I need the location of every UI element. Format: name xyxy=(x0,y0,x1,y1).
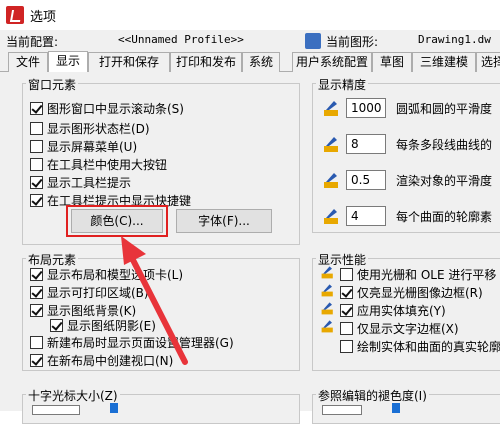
window-elements-title: 窗口元素 xyxy=(26,76,79,93)
checkbox-label: 图形窗口中显示滚动条(S) xyxy=(47,102,184,116)
checkbox-text-boundary-only[interactable]: 仅显示文字边框(X) xyxy=(340,320,459,337)
checkbox-label: 显示可打印区域(B) xyxy=(47,286,149,300)
checkbox-label: 新建布局时显示页面设置管理器(G) xyxy=(47,336,234,350)
contour-lines-input[interactable]: 4 xyxy=(346,206,386,226)
current-drawing-label: 当前图形: xyxy=(326,35,379,49)
polyline-segments-label: 每条多段线曲线的 xyxy=(396,138,493,152)
crosshair-size-input[interactable] xyxy=(32,405,80,415)
fonts-button[interactable]: 字体(F)... xyxy=(176,209,272,233)
tab-strip: 文件 显示 打开和保存 打印和发布 系统 用户系统配置 草图 三维建模 选择 xyxy=(0,51,500,73)
tab-3d-modeling[interactable]: 三维建模 xyxy=(412,52,476,72)
drawing-setting-icon xyxy=(321,284,333,297)
display-resolution-title: 显示精度 xyxy=(316,76,369,93)
tab-drafting[interactable]: 草图 xyxy=(372,52,412,72)
checkbox-true-silhouettes[interactable]: 绘制实体和曲面的真实轮廓 xyxy=(340,338,500,355)
arc-smoothness-label: 圆弧和圆的平滑度 xyxy=(396,102,493,116)
checkbox-apply-solid-fill[interactable]: 应用实体填充(Y) xyxy=(340,302,446,319)
polyline-segments-input[interactable]: 8 xyxy=(346,134,386,154)
app-icon xyxy=(6,6,24,24)
checkbox-label: 仅亮显光栅图像边框(R) xyxy=(357,286,483,300)
checkbox-page-setup-manager[interactable]: 新建布局时显示页面设置管理器(G) xyxy=(30,334,234,351)
drawing-setting-icon xyxy=(324,137,338,152)
drawing-setting-icon xyxy=(321,266,333,279)
drawing-setting-icon xyxy=(324,101,338,116)
tab-display[interactable]: 显示 xyxy=(48,51,88,73)
checkbox-label: 仅显示文字边框(X) xyxy=(357,322,459,336)
title-bar: 选项 xyxy=(0,0,500,30)
xref-slider-thumb[interactable] xyxy=(392,403,400,413)
checkbox-box[interactable] xyxy=(340,322,353,335)
checkbox-large-buttons[interactable]: 在工具栏中使用大按钮 xyxy=(30,156,167,173)
checkbox-box[interactable] xyxy=(30,176,43,189)
drawing-setting-icon xyxy=(321,320,333,333)
checkbox-show-tooltips[interactable]: 显示工具栏提示 xyxy=(30,174,131,191)
checkbox-box[interactable] xyxy=(340,286,353,299)
arc-smoothness-input[interactable]: 1000 xyxy=(346,98,386,118)
checkbox-create-viewport[interactable]: 在新布局中创建视口(N) xyxy=(30,352,173,369)
checkbox-box[interactable] xyxy=(340,340,353,353)
tab-file[interactable]: 文件 xyxy=(8,52,48,72)
checkbox-box[interactable] xyxy=(30,122,43,135)
checkbox-box[interactable] xyxy=(30,336,43,349)
drawing-setting-icon xyxy=(321,302,333,315)
checkbox-label: 显示工具栏提示 xyxy=(47,176,132,190)
checkbox-show-status-bar[interactable]: 显示图形状态栏(D) xyxy=(30,120,150,137)
current-config-label: 当前配置: xyxy=(6,35,59,49)
checkbox-label: 显示图形状态栏(D) xyxy=(47,122,150,136)
checkbox-box[interactable] xyxy=(30,304,43,317)
tab-plot-publish[interactable]: 打印和发布 xyxy=(170,52,242,72)
window-title: 选项 xyxy=(30,9,57,25)
xref-fading-input[interactable] xyxy=(322,405,362,415)
checkbox-printable-area[interactable]: 显示可打印区域(B) xyxy=(30,284,149,301)
render-smoothness-input[interactable]: 0.5 xyxy=(346,170,386,190)
xref-fading-title: 参照编辑的褪色度(I) xyxy=(316,387,429,404)
checkbox-show-scrollbars[interactable]: 图形窗口中显示滚动条(S) xyxy=(30,100,184,117)
checkbox-label: 使用光栅和 OLE 进行平移 xyxy=(357,268,497,282)
contour-lines-label: 每个曲面的轮廓素 xyxy=(396,210,493,224)
display-tab-panel: 窗口元素 图形窗口中显示滚动条(S) 显示图形状态栏(D) 显示屏幕菜单(U) … xyxy=(0,72,500,424)
checkbox-label: 应用实体填充(Y) xyxy=(357,304,446,318)
tab-system[interactable]: 系统 xyxy=(242,52,280,72)
checkbox-label: 显示屏幕菜单(U) xyxy=(47,140,138,154)
checkbox-label: 显示图纸阴影(E) xyxy=(67,319,156,333)
tab-selection[interactable]: 选择 xyxy=(476,52,500,72)
checkbox-box[interactable] xyxy=(30,158,43,171)
checkbox-box[interactable] xyxy=(30,354,43,367)
checkbox-raster-ole-pan[interactable]: 使用光栅和 OLE 进行平移 xyxy=(340,266,496,283)
colors-button[interactable]: 颜色(C)... xyxy=(71,209,163,233)
checkbox-box[interactable] xyxy=(50,319,63,332)
checkbox-show-screen-menu[interactable]: 显示屏幕菜单(U) xyxy=(30,138,137,155)
checkbox-highlight-raster-frame[interactable]: 仅亮显光栅图像边框(R) xyxy=(340,284,483,301)
checkbox-label: 绘制实体和曲面的真实轮廓 xyxy=(357,340,500,354)
drawing-setting-icon xyxy=(324,173,338,188)
current-config-value: <<Unnamed Profile>> xyxy=(118,33,244,46)
checkbox-layout-model-tabs[interactable]: 显示布局和模型选项卡(L) xyxy=(30,266,183,283)
tab-open-save[interactable]: 打开和保存 xyxy=(88,52,170,72)
render-smoothness-label: 渲染对象的平滑度 xyxy=(396,174,493,188)
checkbox-box[interactable] xyxy=(340,268,353,281)
checkbox-box[interactable] xyxy=(30,286,43,299)
checkbox-box[interactable] xyxy=(30,140,43,153)
checkbox-box[interactable] xyxy=(30,194,43,207)
current-drawing-value: Drawing1.dw xyxy=(418,33,491,46)
checkbox-label: 在工具栏中使用大按钮 xyxy=(47,158,168,172)
tab-user-preferences[interactable]: 用户系统配置 xyxy=(292,52,372,72)
checkbox-paper-shadow[interactable]: 显示图纸阴影(E) xyxy=(50,317,156,334)
checkbox-box[interactable] xyxy=(340,304,353,317)
crosshair-title: 十字光标大小(Z) xyxy=(26,387,120,404)
profile-row: 当前配置: <<Unnamed Profile>> 当前图形: Drawing1… xyxy=(0,30,500,52)
crosshair-slider-thumb[interactable] xyxy=(110,403,118,413)
checkbox-label: 显示布局和模型选项卡(L) xyxy=(47,268,184,282)
checkbox-box[interactable] xyxy=(30,268,43,281)
drawing-icon xyxy=(305,33,321,49)
checkbox-label: 在新布局中创建视口(N) xyxy=(47,354,174,368)
checkbox-box[interactable] xyxy=(30,102,43,115)
drawing-setting-icon xyxy=(324,209,338,224)
